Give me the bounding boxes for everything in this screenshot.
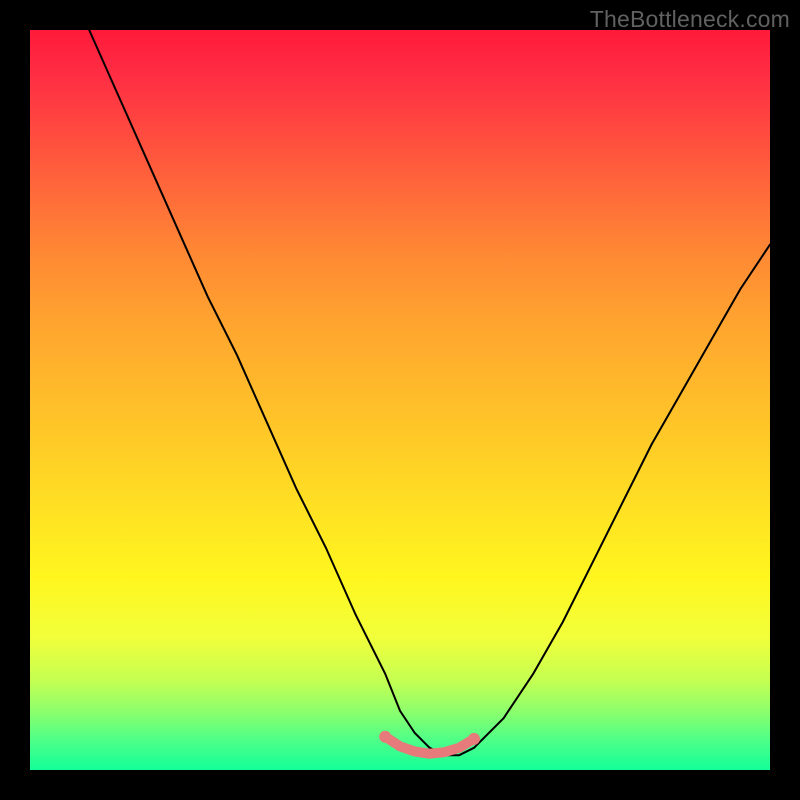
plot-area [30, 30, 770, 770]
red-dot-left [379, 731, 391, 743]
black-v-curve [89, 30, 770, 755]
curve-layer [30, 30, 770, 770]
chart-frame: TheBottleneck.com [0, 0, 800, 800]
red-dot-right [468, 733, 480, 745]
watermark-text: TheBottleneck.com [590, 6, 790, 33]
red-bottom-segment [385, 737, 474, 754]
